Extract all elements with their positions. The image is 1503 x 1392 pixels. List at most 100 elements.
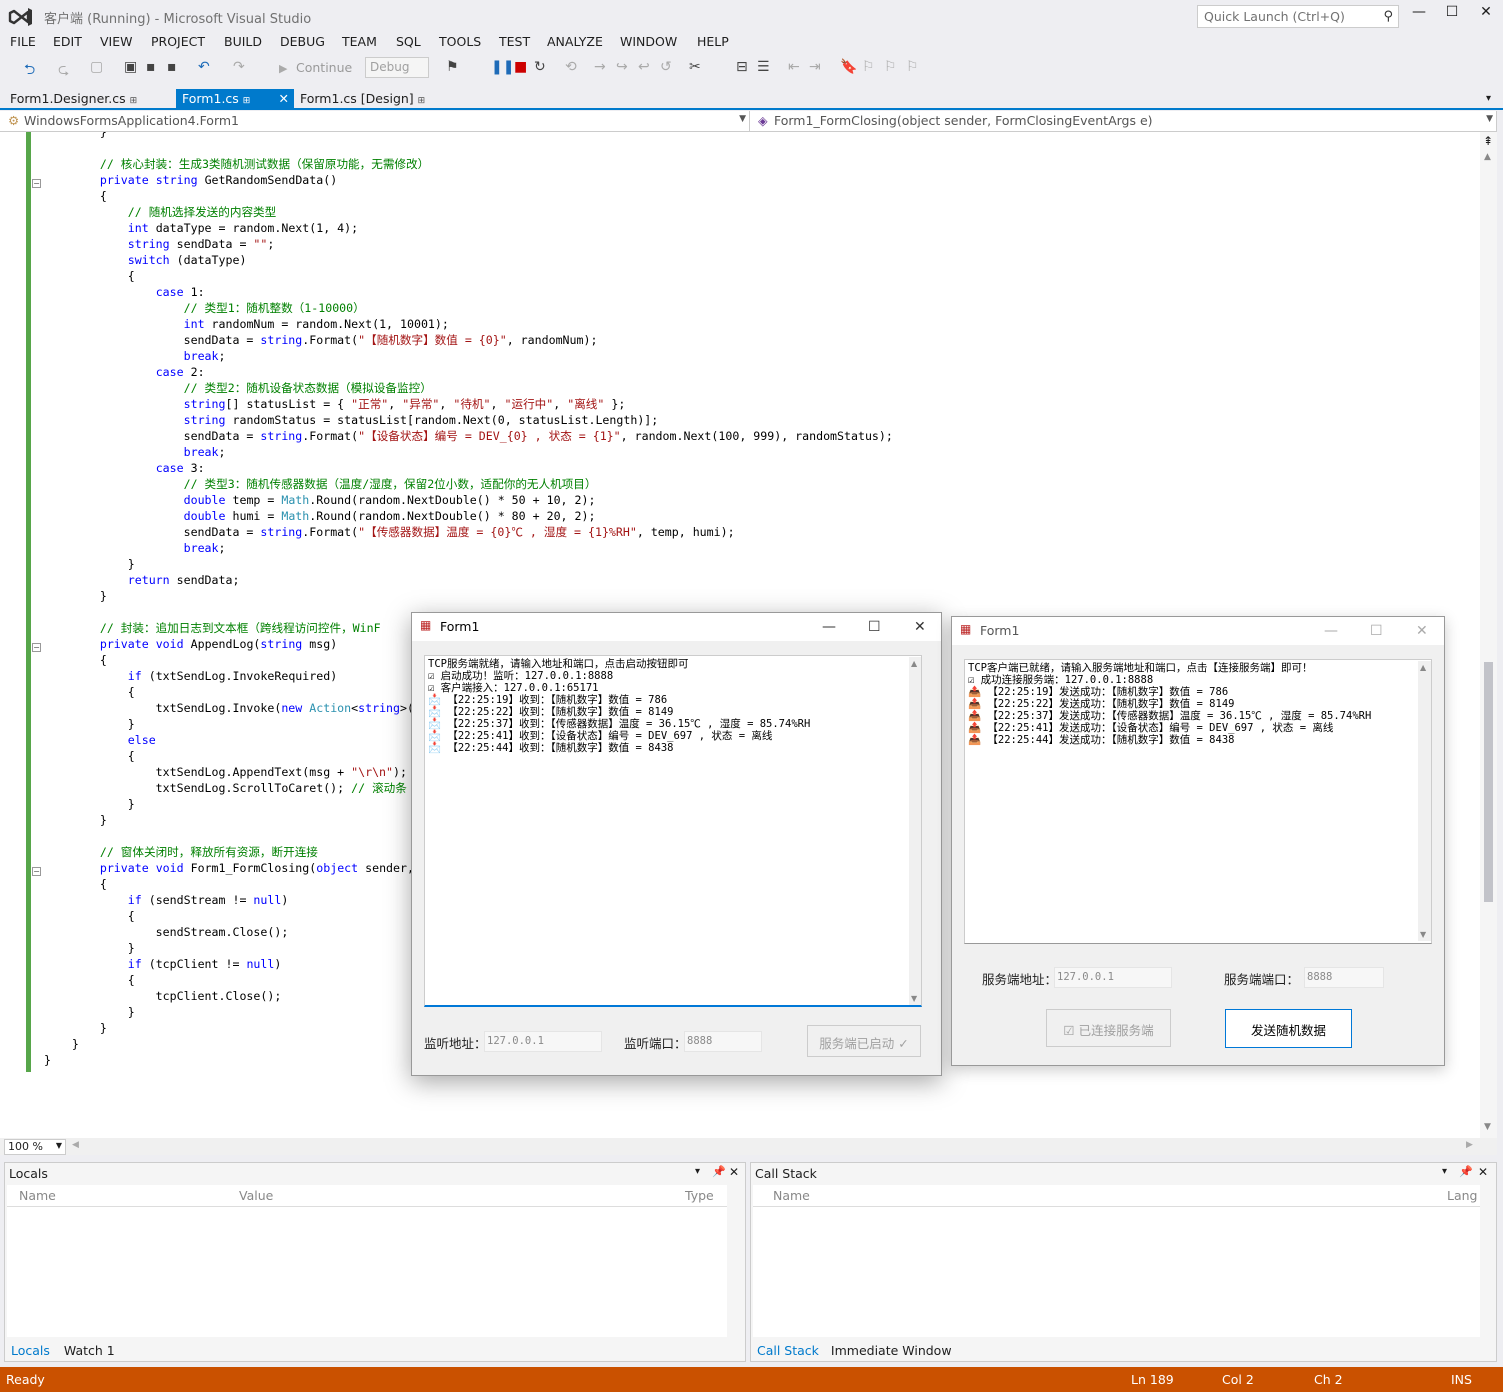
outdent-icon[interactable]: ⇥ xyxy=(809,59,821,75)
menu-file[interactable]: FILE xyxy=(10,34,36,49)
class-combo[interactable]: ⚙ WindowsFormsApplication4.Form1 ▼ xyxy=(4,111,750,131)
listen-port-input[interactable]: 8888 xyxy=(684,1031,762,1052)
pin-icon[interactable]: 📌 xyxy=(712,1165,726,1178)
close-tab-icon[interactable]: ✕ xyxy=(279,91,289,106)
panel-menu-icon[interactable]: ▾ xyxy=(695,1166,700,1177)
scroll-thumb[interactable] xyxy=(1484,662,1493,902)
menu-build[interactable]: BUILD xyxy=(224,34,262,49)
menu-analyze[interactable]: ANALYZE xyxy=(547,34,603,49)
listen-address-input[interactable]: 127.0.0.1 xyxy=(484,1031,602,1052)
code-line[interactable]: case 1: xyxy=(44,284,893,300)
code-line[interactable]: string sendData = ""; xyxy=(44,236,893,252)
hex-display-icon[interactable]: ✂ xyxy=(689,59,701,75)
indent-icon[interactable]: ⇤ xyxy=(788,59,800,75)
restart-icon[interactable]: ↻ xyxy=(534,59,546,75)
split-icon[interactable]: ⇞ xyxy=(1483,134,1493,148)
pin-icon[interactable]: ⊞ xyxy=(130,96,138,106)
save-all-icon[interactable]: ▪ xyxy=(167,59,177,75)
menu-help[interactable]: HELP xyxy=(697,34,729,49)
code-line[interactable]: // 核心封装：生成3类随机测试数据（保留原功能，无需修改） xyxy=(44,156,893,172)
menu-view[interactable]: VIEW xyxy=(100,34,133,49)
code-line[interactable]: } xyxy=(44,588,893,604)
continue-button[interactable]: Continue xyxy=(296,60,352,75)
column-name[interactable]: Name xyxy=(19,1188,56,1203)
server-address-input[interactable]: 127.0.0.1 xyxy=(1054,967,1172,988)
open-icon[interactable]: ▣ xyxy=(124,59,137,75)
scroll-right-icon[interactable]: ▶ xyxy=(1466,1140,1473,1150)
code-line[interactable]: string randomStatus = statusList[random.… xyxy=(44,412,893,428)
bookmark-icon[interactable]: 🔖 xyxy=(840,59,857,75)
scroll-up-icon[interactable]: ▲ xyxy=(911,659,917,668)
code-line[interactable]: return sendData; xyxy=(44,572,893,588)
clear-bookmarks-icon[interactable]: ⚐ xyxy=(906,59,919,75)
menu-edit[interactable]: EDIT xyxy=(53,34,82,49)
close-button[interactable]: ✕ xyxy=(1416,623,1428,639)
new-file-icon[interactable]: ▢ xyxy=(90,59,103,75)
outline-collapse-icon[interactable]: − xyxy=(32,867,41,876)
code-line[interactable]: break; xyxy=(44,348,893,364)
minimize-button[interactable]: — xyxy=(1324,623,1338,639)
log-scrollbar[interactable]: ▲ ▼ xyxy=(909,657,921,1005)
attach-icon[interactable]: ⚑ xyxy=(446,59,459,75)
code-line[interactable]: } xyxy=(44,556,893,572)
show-next-statement-icon[interactable]: ⟲ xyxy=(565,59,577,75)
menu-project[interactable]: PROJECT xyxy=(151,34,205,49)
code-line[interactable]: double temp = Math.Round(random.NextDoub… xyxy=(44,492,893,508)
step-back-icon[interactable]: ↺ xyxy=(660,59,672,75)
break-all-icon[interactable]: ❚❚ xyxy=(491,59,514,75)
code-line[interactable]: // 类型1：随机整数（1-10000） xyxy=(44,300,893,316)
close-button[interactable]: ✕ xyxy=(914,619,926,635)
pin-icon[interactable]: ⊞ xyxy=(418,96,426,106)
code-line[interactable]: sendData = string.Format("【随机数字】数值 = {0}… xyxy=(44,332,893,348)
menu-window[interactable]: WINDOW xyxy=(620,34,677,49)
editor-horizontal-scrollbar[interactable]: ◀ ▶ xyxy=(0,1138,1497,1155)
tab-form1-cs-design[interactable]: Form1.cs [Design] ⊞ xyxy=(294,89,431,109)
log-scrollbar[interactable]: ▲ ▼ xyxy=(1418,661,1431,941)
code-line[interactable]: double humi = Math.Round(random.NextDoub… xyxy=(44,508,893,524)
scroll-up-icon[interactable]: ▲ xyxy=(1484,152,1491,162)
locals-grid[interactable] xyxy=(7,1207,727,1337)
column-lang[interactable]: Lang xyxy=(1447,1188,1477,1203)
code-line[interactable]: int randomNum = random.Next(1, 10001); xyxy=(44,316,893,332)
outline-collapse-icon[interactable]: − xyxy=(32,643,41,652)
search-icon[interactable]: ⚲ xyxy=(1383,9,1393,24)
step-out-icon[interactable]: ↩ xyxy=(638,59,650,75)
column-type[interactable]: Type xyxy=(685,1188,714,1203)
forward-icon[interactable]: ⮎ xyxy=(58,59,69,83)
code-line[interactable]: private string GetRandomSendData() xyxy=(44,172,893,188)
send-random-data-button[interactable]: 发送随机数据 xyxy=(1225,1009,1352,1048)
menu-sql[interactable]: SQL xyxy=(396,34,421,49)
column-name[interactable]: Name xyxy=(773,1188,810,1203)
prev-bookmark-icon[interactable]: ⚐ xyxy=(862,59,875,75)
outline-collapse-icon[interactable]: − xyxy=(32,179,41,188)
code-line[interactable]: } xyxy=(44,132,893,140)
tab-call-stack[interactable]: Call Stack xyxy=(757,1343,819,1358)
close-panel-icon[interactable]: ✕ xyxy=(729,1165,739,1179)
menu-team[interactable]: TEAM xyxy=(342,34,377,49)
editor-vertical-scrollbar[interactable]: ⇞ ▲ ▼ xyxy=(1480,132,1497,1138)
zoom-select[interactable]: 100 % ▼ xyxy=(4,1139,66,1155)
scroll-down-icon[interactable]: ▼ xyxy=(1484,1122,1491,1132)
scroll-down-icon[interactable]: ▼ xyxy=(1420,930,1426,939)
minimize-button[interactable]: — xyxy=(822,619,836,635)
code-line[interactable]: { xyxy=(44,268,893,284)
tab-form1-designer-cs[interactable]: Form1.Designer.cs ⊞ xyxy=(4,89,143,109)
code-line[interactable]: int dataType = random.Next(1, 4); xyxy=(44,220,893,236)
quick-launch-input[interactable]: Quick Launch (Ctrl+Q) ⚲ xyxy=(1197,5,1399,28)
code-line[interactable] xyxy=(44,140,893,156)
tab-immediate-window[interactable]: Immediate Window xyxy=(831,1343,952,1358)
panel-menu-icon[interactable]: ▾ xyxy=(1442,1166,1447,1177)
redo-icon[interactable]: ↷ xyxy=(233,59,245,75)
close-button[interactable]: ✕ xyxy=(1471,4,1501,24)
stop-icon[interactable]: ■ xyxy=(514,59,527,75)
code-line[interactable]: break; xyxy=(44,540,893,556)
scroll-down-icon[interactable]: ▼ xyxy=(911,994,917,1003)
code-line[interactable]: break; xyxy=(44,444,893,460)
step-over-icon[interactable]: ↪ xyxy=(616,59,628,75)
code-line[interactable]: case 2: xyxy=(44,364,893,380)
pin-icon[interactable]: 📌 xyxy=(1459,1165,1473,1178)
client-log-textbox[interactable]: TCP客户端已就绪，请输入服务端地址和端口，点击【连接服务端】即可！ ☑ 成功连接… xyxy=(964,659,1432,944)
tab-locals[interactable]: Locals xyxy=(11,1343,50,1358)
step-into-icon[interactable]: → xyxy=(594,59,606,75)
code-line[interactable]: // 类型2：随机设备状态数据（模拟设备监控） xyxy=(44,380,893,396)
